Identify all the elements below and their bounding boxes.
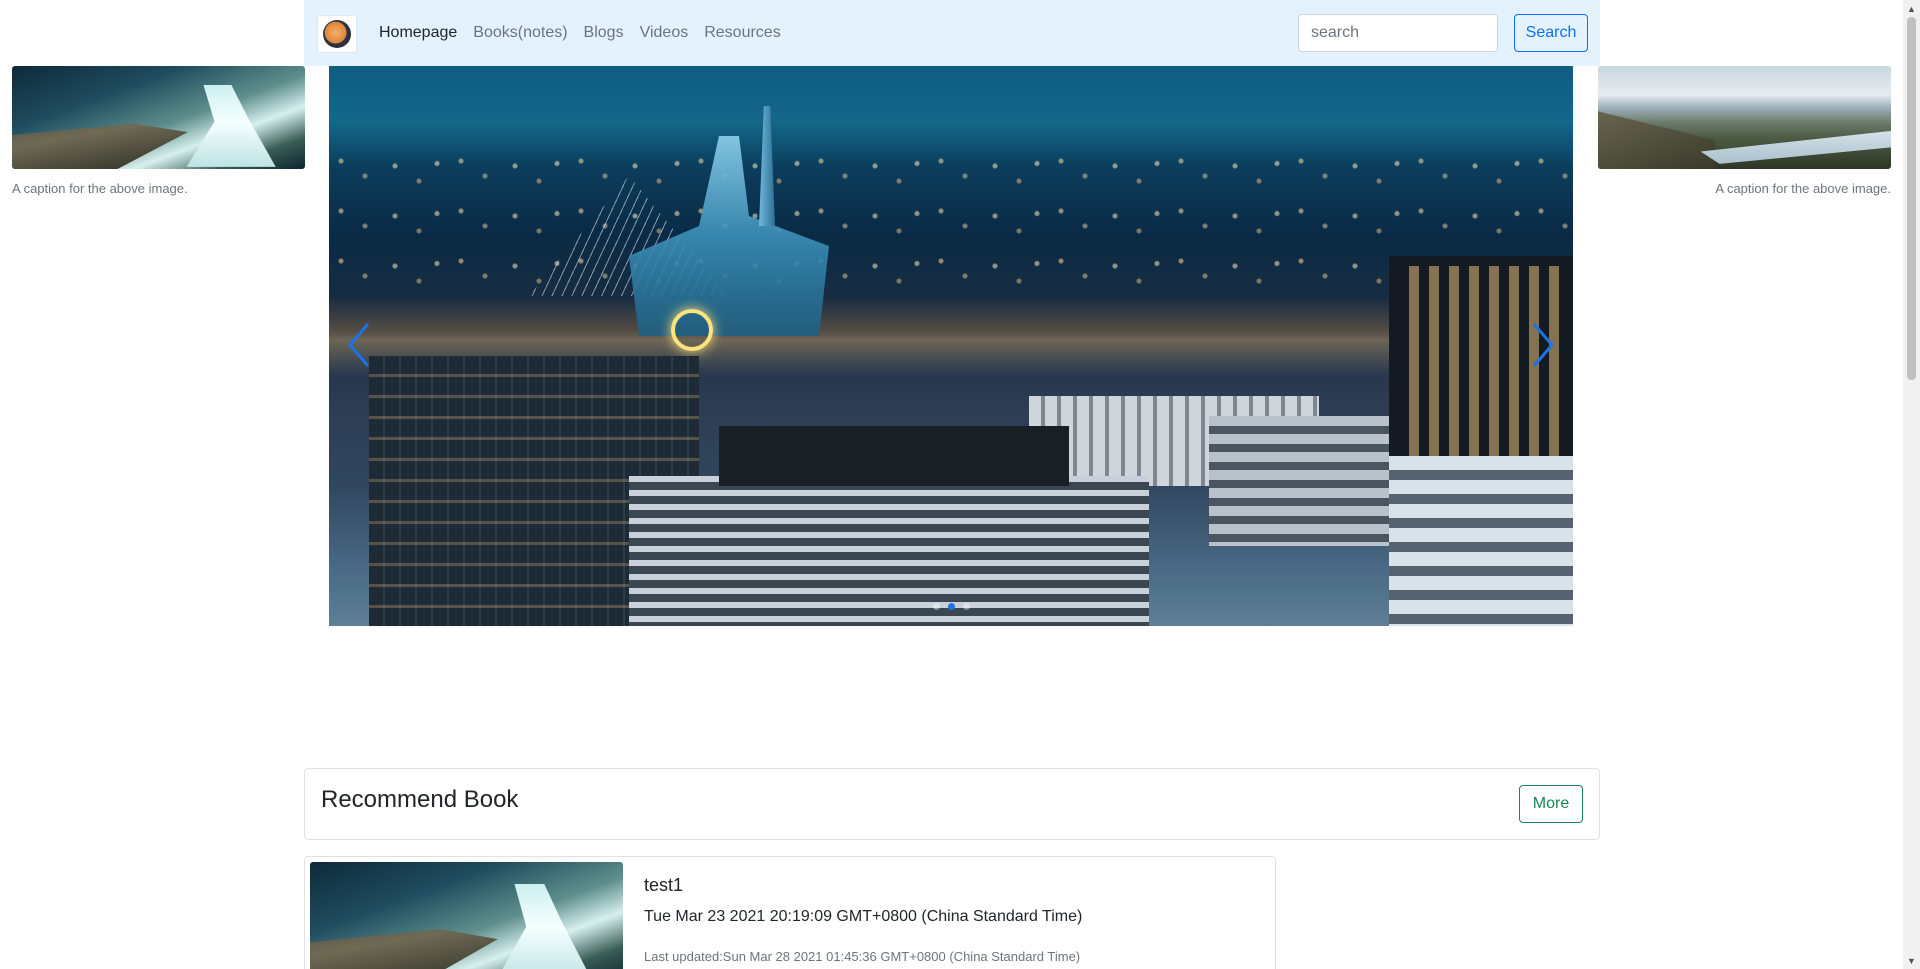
left-side-caption: A caption for the above image. xyxy=(12,181,188,196)
book-cover-image[interactable] xyxy=(310,862,623,969)
chevron-left-icon xyxy=(348,322,370,367)
building-shape xyxy=(1209,416,1399,546)
scrollbar-thumb[interactable] xyxy=(1907,17,1916,380)
nav-link-blogs[interactable]: Blogs xyxy=(584,24,624,42)
left-side-image xyxy=(12,66,305,169)
right-side-image xyxy=(1598,66,1891,169)
carousel-next-button[interactable] xyxy=(1523,316,1563,376)
right-side-figure: A caption for the above image. xyxy=(1598,66,1891,196)
book-last-updated: Last updated:Sun Mar 28 2021 01:45:36 GM… xyxy=(644,949,1081,964)
search-button[interactable]: Search xyxy=(1514,14,1588,52)
top-navbar: Homepage Books(notes) Blogs Videos Resou… xyxy=(304,0,1600,66)
recommend-book-header: Recommend Book More xyxy=(304,768,1600,840)
carousel-prev-button[interactable] xyxy=(339,316,379,376)
hero-carousel xyxy=(329,66,1573,626)
carousel-slide-image xyxy=(329,66,1573,626)
nav-link-videos[interactable]: Videos xyxy=(640,24,689,42)
left-side-figure: A caption for the above image. xyxy=(12,66,305,196)
search-input[interactable] xyxy=(1298,14,1498,52)
nav-link-resources[interactable]: Resources xyxy=(704,24,780,42)
city-lights xyxy=(329,146,1573,286)
ferris-wheel xyxy=(671,309,713,351)
chevron-right-icon xyxy=(1532,322,1554,367)
book-date: Tue Mar 23 2021 20:19:09 GMT+0800 (China… xyxy=(644,908,1083,925)
carousel-indicator[interactable] xyxy=(932,603,940,610)
page-scrollbar[interactable]: ▲ ▼ xyxy=(1903,0,1920,969)
carousel-indicator[interactable] xyxy=(962,603,970,610)
scroll-up-arrow-icon[interactable]: ▲ xyxy=(1903,0,1920,17)
carousel-indicators xyxy=(329,603,1573,610)
building-shape xyxy=(1389,456,1573,626)
book-card[interactable]: test1 Tue Mar 23 2021 20:19:09 GMT+0800 … xyxy=(304,856,1276,969)
site-logo[interactable] xyxy=(317,15,357,53)
carousel-indicator-active[interactable] xyxy=(947,603,955,610)
recommend-book-title: Recommend Book xyxy=(321,786,519,813)
scroll-down-arrow-icon[interactable]: ▼ xyxy=(1903,952,1920,969)
nav-link-books[interactable]: Books(notes) xyxy=(473,24,567,42)
logo-icon xyxy=(323,20,351,48)
nav-link-homepage[interactable]: Homepage xyxy=(379,24,457,42)
right-side-caption: A caption for the above image. xyxy=(1715,181,1891,196)
tower-shape xyxy=(759,106,775,226)
book-title[interactable]: test1 xyxy=(644,875,683,896)
nav-links: Homepage Books(notes) Blogs Videos Resou… xyxy=(379,0,797,66)
more-button[interactable]: More xyxy=(1519,785,1583,823)
